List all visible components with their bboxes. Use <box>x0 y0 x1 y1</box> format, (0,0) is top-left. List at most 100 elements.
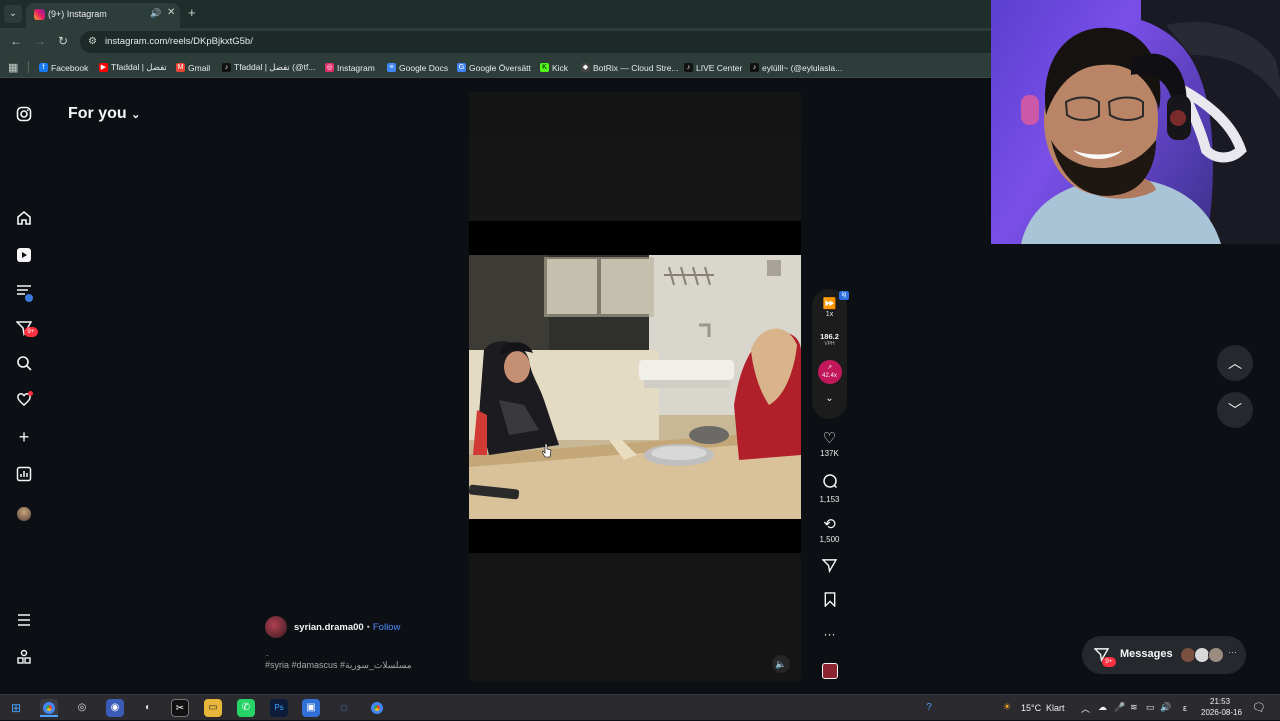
bookmark-label: Instagram <box>337 62 375 73</box>
home-icon[interactable] <box>15 210 33 228</box>
share-button[interactable] <box>812 558 847 578</box>
mouse-cursor-icon <box>541 443 552 458</box>
bookmark-icon <box>812 592 847 612</box>
like-count: 137K <box>820 449 839 458</box>
app-taskbar-icon[interactable]: ◌ <box>335 699 353 717</box>
more-options-icon[interactable]: ··· <box>812 627 847 641</box>
reload-icon[interactable]: ↻ <box>58 34 68 48</box>
display-icon[interactable]: ▭ <box>1146 702 1155 713</box>
wifi-icon[interactable]: ≋ <box>1130 702 1138 713</box>
bookmark-item[interactable]: f Facebook <box>39 61 88 74</box>
like-button[interactable]: ♡ 137K <box>812 430 847 458</box>
new-tab-button[interactable]: + <box>188 5 196 20</box>
author-username[interactable]: syrian.drama00 <box>294 622 364 633</box>
repost-icon: ⟲ <box>823 516 836 533</box>
create-plus-icon[interactable]: + <box>15 428 33 446</box>
repost-count: 1,500 <box>819 535 840 544</box>
messenger-taskbar-icon[interactable]: ◉ <box>106 699 124 717</box>
tab-close-icon[interactable]: ✕ <box>167 7 175 18</box>
direct-messages-icon[interactable]: 9+ <box>15 320 38 338</box>
separator-dot: • <box>366 622 370 632</box>
author-avatar[interactable] <box>265 616 287 638</box>
whatsapp-taskbar-icon[interactable]: ✆ <box>237 699 255 717</box>
search-icon[interactable] <box>15 355 33 373</box>
comment-count: 1,153 <box>819 495 840 504</box>
windows-start-icon[interactable]: ⊞ <box>7 699 25 717</box>
notification-center-icon[interactable]: 🗨 <box>1252 701 1266 714</box>
site-info-icon[interactable]: ⚙ <box>88 36 97 47</box>
reel-caption[interactable]: #syria #damascus #مسلسلات_سورية <box>265 660 412 671</box>
reel-player[interactable]: 🔈 <box>469 92 801 682</box>
dashboard-icon[interactable] <box>15 466 33 484</box>
profile-avatar[interactable] <box>15 505 33 523</box>
browser-tab-instagram[interactable]: (9+) Instagram 🔊 ✕ <box>26 3 180 28</box>
keyboard-language[interactable]: ε <box>1183 703 1187 713</box>
facebook-icon: f <box>39 63 48 72</box>
tray-chevron-icon[interactable]: ︿ <box>1081 702 1090 715</box>
help-icon[interactable]: ? <box>920 699 938 717</box>
feed-list-icon[interactable] <box>15 283 33 302</box>
clock-date[interactable]: 2026-08-16 <box>1201 708 1242 717</box>
bookmark-item[interactable]: ◆ BotRix — Cloud Stre... <box>581 61 679 74</box>
heart-notifications-icon[interactable] <box>15 391 33 409</box>
messages-button[interactable]: 9+ Messages ··· <box>1082 636 1246 674</box>
speaker-mute-icon[interactable]: 🔈 <box>772 655 790 673</box>
app-taskbar-icon[interactable]: ▣ <box>302 699 320 717</box>
microphone-icon[interactable]: 🎤 <box>1114 702 1125 713</box>
file-explorer-taskbar-icon[interactable]: ▭ <box>204 699 222 717</box>
playback-speed-button[interactable]: ⏩ 1x <box>812 298 847 318</box>
audio-cover-image <box>821 663 838 679</box>
back-icon[interactable]: ← <box>10 34 22 48</box>
reel-video-frame[interactable] <box>469 255 801 519</box>
volume-icon[interactable]: 🔊 <box>1160 702 1171 713</box>
weather-text: Klart <box>1046 703 1065 713</box>
also-from-meta-icon[interactable] <box>15 649 33 667</box>
bookmark-label: Tfaddal | تفضل <box>111 62 167 72</box>
photoshop-taskbar-icon[interactable]: Ps <box>270 699 288 717</box>
feed-title[interactable]: For you ⌄ <box>68 105 140 123</box>
comment-icon <box>812 473 847 494</box>
save-button[interactable] <box>812 592 847 612</box>
repost-button[interactable]: ⟲ 1,500 <box>812 516 847 544</box>
chrome-profile-taskbar-icon[interactable] <box>368 699 386 717</box>
paper-plane-icon <box>812 558 847 578</box>
app-taskbar-icon[interactable]: ◐ <box>139 699 157 717</box>
clock-time[interactable]: 21:53 <box>1210 697 1230 706</box>
tab-search-button[interactable]: ⌄ <box>4 5 22 23</box>
bookmark-item[interactable]: ♪ eylülll~ (@eylulasla... <box>750 61 842 74</box>
follow-button[interactable]: Follow <box>373 622 400 633</box>
tab-audio-icon[interactable]: 🔊 <box>150 8 161 19</box>
bookmark-label: Facebook <box>51 62 89 73</box>
capcut-taskbar-icon[interactable]: ✂ <box>171 699 189 717</box>
reel-author: syrian.drama00 • Follow <box>265 616 400 638</box>
gmail-icon: M <box>176 63 185 72</box>
url-text[interactable]: instagram.com/reels/DKpBjkxtG5b/ <box>105 36 253 47</box>
trend-button[interactable]: ↗ 42.4x <box>812 360 847 384</box>
bookmark-item[interactable]: ≡ Google Docs <box>387 61 448 74</box>
temperature: 15°C <box>1021 703 1042 713</box>
chrome-taskbar-icon[interactable] <box>40 699 58 717</box>
next-reel-button[interactable]: ﹀ <box>1217 392 1253 428</box>
apps-grid-icon[interactable]: ▦ <box>8 61 18 74</box>
address-bar[interactable]: ⚙ instagram.com/reels/DKpBjkxtG5b/ <box>80 31 1080 53</box>
bookmark-item[interactable]: ♪ LIVE Center <box>684 61 742 74</box>
bookmark-item[interactable]: ♪ Tfaddal | تفضل (@tf... <box>222 61 315 74</box>
bookmark-item[interactable]: M Gmail <box>176 61 210 74</box>
menu-hamburger-icon[interactable] <box>15 612 33 630</box>
previous-reel-button[interactable]: ︿ <box>1217 345 1253 381</box>
audio-thumbnail[interactable] <box>812 663 847 679</box>
instagram-logo-icon[interactable] <box>15 106 33 124</box>
extension-collapse-icon[interactable]: ⌄ <box>812 393 847 404</box>
letterbox-bottom <box>469 519 801 553</box>
network-icon[interactable]: ☁ <box>1098 702 1107 713</box>
bookmark-item[interactable]: K Kick <box>540 61 568 74</box>
forward-icon[interactable]: → <box>34 34 46 48</box>
comment-button[interactable]: 1,153 <box>812 473 847 504</box>
bookmark-item[interactable]: ◎ Instagram <box>325 61 375 74</box>
bookmark-label: Gmail <box>188 62 211 73</box>
bookmark-item[interactable]: ▶ Tfaddal | تفضل <box>99 61 167 74</box>
obs-taskbar-icon[interactable]: ◎ <box>73 699 91 717</box>
instagram-favicon-icon <box>34 9 45 20</box>
reels-icon[interactable] <box>15 247 33 265</box>
bookmark-item[interactable]: G Google Översätt <box>457 61 531 74</box>
